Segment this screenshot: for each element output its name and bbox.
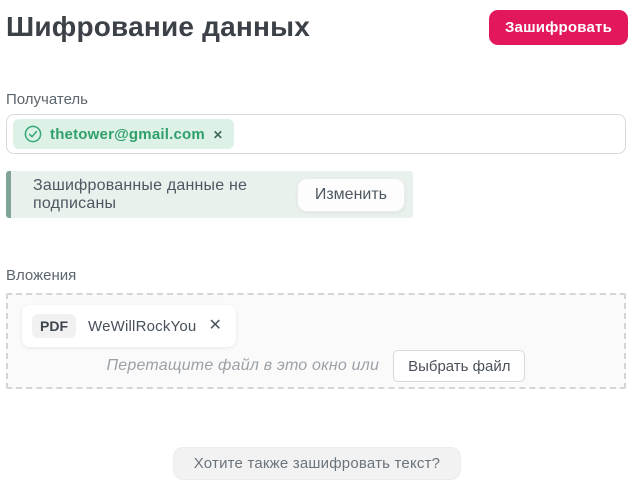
recipient-email-text: thetower@gmail.com xyxy=(50,125,205,143)
recipient-label: Получатель xyxy=(6,91,88,108)
signature-status-message: Зашифрованные данные не подписаны xyxy=(33,176,248,212)
verified-check-circle-icon xyxy=(24,125,42,143)
change-signature-button[interactable]: Изменить xyxy=(296,177,405,212)
file-type-badge: PDF xyxy=(32,314,76,338)
signature-status-banner: Зашифрованные данные не подписаны Измени… xyxy=(6,171,413,218)
page-header: Шифрование данных Зашифровать xyxy=(6,8,628,48)
encryption-page: Шифрование данных Зашифровать Получатель… xyxy=(0,0,636,484)
remove-recipient-icon[interactable]: ✕ xyxy=(213,128,223,141)
file-name: WeWillRockYou xyxy=(88,317,197,335)
drop-hint-text: Перетащите файл в это окно или xyxy=(106,357,380,374)
file-list: PDF WeWillRockYou ✕ xyxy=(22,305,610,347)
encrypt-button[interactable]: Зашифровать xyxy=(488,10,628,45)
recipient-email-chip: thetower@gmail.com ✕ xyxy=(13,119,234,149)
page-title: Шифрование данных xyxy=(6,11,311,42)
drop-hint-row: Перетащите файл в это окно или Выбрать ф… xyxy=(22,350,610,382)
recipient-field[interactable]: thetower@gmail.com ✕ xyxy=(6,114,626,154)
attachments-label: Вложения xyxy=(6,267,77,284)
footer: Хотите также зашифровать текст? xyxy=(6,447,628,480)
attached-file-card: PDF WeWillRockYou ✕ xyxy=(22,305,236,347)
choose-file-button[interactable]: Выбрать файл xyxy=(393,350,526,382)
file-dropzone[interactable]: PDF WeWillRockYou ✕ Перетащите файл в эт… xyxy=(6,293,626,389)
remove-file-icon[interactable]: ✕ xyxy=(208,318,221,334)
encrypt-text-also-button[interactable]: Хотите также зашифровать текст? xyxy=(172,447,462,480)
